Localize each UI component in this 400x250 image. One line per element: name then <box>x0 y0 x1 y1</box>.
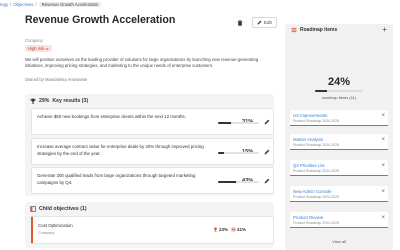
breadcrumb-separator: / <box>35 2 37 7</box>
trophy-icon <box>30 98 36 104</box>
edit-button-label: Edit <box>264 20 272 25</box>
key-result-card[interactable]: Achieve $50 new bookings from enterprise… <box>31 108 274 135</box>
view-all-link[interactable]: View all <box>285 239 393 244</box>
roadmap-item-subtitle: Product Roadmap 2024-2025 <box>293 221 339 225</box>
pencil-icon[interactable] <box>264 178 270 184</box>
breadcrumb-separator: / <box>10 2 12 7</box>
delete-button[interactable] <box>236 19 244 27</box>
chevron-down-icon <box>45 47 49 50</box>
roadmap-item-subtitle: Product Roadmap 2024-2025 <box>293 119 339 123</box>
key-result-progress-fill <box>218 152 225 154</box>
key-result-card[interactable]: Increase average contract value for ente… <box>31 138 274 165</box>
key-results-panel: 29% Key results (3) Achieve $50 new book… <box>25 94 274 196</box>
roadmap-item-accent <box>290 201 388 202</box>
roadmap-item-name[interactable]: UX Improvements <box>293 113 327 118</box>
pencil-icon[interactable] <box>264 119 270 125</box>
roadmap-item-subtitle: Product Roadmap 2024-2025 <box>293 195 339 199</box>
key-results-header: 29% Key results (3) <box>30 98 88 104</box>
key-results-progress: 29% <box>39 98 50 104</box>
roadmap-progress-bar <box>315 90 363 92</box>
roadmap-progress-fill <box>315 90 327 92</box>
roadmap-item-accent <box>290 125 388 126</box>
header-actions: Edit <box>236 17 277 28</box>
breadcrumb-current: Revenue Growth Acceleration <box>38 2 102 7</box>
roadmap-progress-caption: roadmap items (11) <box>321 95 357 100</box>
roadmap-item-accent <box>290 149 388 150</box>
key-result-card[interactable]: Generate 300 qualified leads from large … <box>31 167 274 194</box>
key-result-text: Increase average contract value for ente… <box>37 144 204 156</box>
roadmap-item[interactable]: Q3 Priorities List Product Roadmap 2024-… <box>290 160 388 176</box>
key-result-progress-bar <box>218 122 259 124</box>
add-roadmap-item-button[interactable]: + <box>382 25 387 34</box>
breadcrumb: tegy / Objectives / Revenue Growth Accel… <box>0 0 102 9</box>
key-result-progress-bar <box>218 181 259 183</box>
risk-badge[interactable]: High risk <box>25 45 53 52</box>
roadmap-item[interactable]: UX Improvements Product Roadmap 2024-202… <box>290 110 388 126</box>
child-objective-stats: 23% 41% <box>213 227 246 232</box>
roadmap-item-name[interactable]: New Admin Console <box>293 189 332 194</box>
roadmap-item[interactable]: Product Review Product Roadmap 2024-2025… <box>290 212 388 228</box>
child-objective-stat-1: 23% <box>219 227 229 232</box>
child-objective-company: Company <box>38 231 55 235</box>
close-icon[interactable]: × <box>381 163 385 169</box>
roadmap-item-name[interactable]: Market Analysis <box>293 137 323 142</box>
roadmap-header: Roadmap items <box>291 27 337 33</box>
roadmap-item-accent <box>290 175 388 176</box>
view-all-label: View all <box>332 239 346 244</box>
roadmap-item-name[interactable]: Q3 Priorities List <box>293 163 325 168</box>
roadmap-item[interactable]: New Admin Console Product Roadmap 2024-2… <box>290 186 388 202</box>
pencil-icon <box>257 20 262 25</box>
close-icon[interactable]: × <box>381 113 385 119</box>
roadmap-item-name[interactable]: Product Review <box>293 215 323 220</box>
key-result-progress-fill <box>218 122 231 124</box>
company-label: Company <box>25 38 43 43</box>
breadcrumb-link-strategy[interactable]: tegy <box>0 2 8 7</box>
roadmap-progress-percent: 24% <box>327 76 351 88</box>
risk-label: High risk <box>28 46 45 51</box>
child-objective-stat-2: 41% <box>237 227 247 232</box>
key-result-text: Achieve $50 new bookings from enterprise… <box>37 114 186 119</box>
key-result-progress-bar <box>218 152 259 154</box>
roadmap-item-accent <box>290 227 388 228</box>
close-icon[interactable]: × <box>381 215 385 221</box>
child-objective-card[interactable]: Cost Optimization Company 23% 41% <box>31 216 274 244</box>
child-objectives-panel: Child objectives (1) Cost Optimization C… <box>25 202 274 248</box>
child-objective-progress: 23% <box>213 227 228 232</box>
page-title: Revenue Growth Acceleration <box>25 14 176 26</box>
roadmap-item[interactable]: Market Analysis Product Roadmap 2024-202… <box>290 134 388 150</box>
breadcrumb-link-objectives[interactable]: Objectives <box>13 2 33 7</box>
objectives-icon <box>30 206 36 212</box>
child-objectives-header: Child objectives (1) <box>30 206 87 212</box>
child-objectives-title: Child objectives (1) <box>39 206 87 212</box>
roadmap-title: Roadmap items <box>300 27 338 33</box>
objective-description: We will position ourselves as the leadin… <box>25 57 259 69</box>
trophy-icon <box>214 227 217 232</box>
child-objective-name: Cost Optimization <box>38 223 73 228</box>
edit-button[interactable]: Edit <box>252 17 277 28</box>
close-icon[interactable]: × <box>381 189 385 195</box>
roadmap-item-subtitle: Product Roadmap 2024-2025 <box>293 143 339 147</box>
roadmap-icon <box>231 227 236 232</box>
trash-icon <box>237 19 243 26</box>
key-result-text: Generate 300 qualified leads from large … <box>37 173 196 185</box>
roadmap-item-subtitle: Product Roadmap 2024-2025 <box>293 169 339 173</box>
roadmap-panel: Roadmap items + 24% roadmap items (11) U… <box>285 24 393 250</box>
key-results-title: Key results (3) <box>52 98 89 104</box>
key-result-progress-fill <box>218 181 236 183</box>
close-icon[interactable]: × <box>381 137 385 143</box>
pencil-icon[interactable] <box>264 149 270 155</box>
roadmap-icon <box>291 27 297 33</box>
owner-label: Owned by Mandalehia Amesanse <box>25 77 88 82</box>
child-objective-roadmap-progress: 41% <box>231 227 246 232</box>
